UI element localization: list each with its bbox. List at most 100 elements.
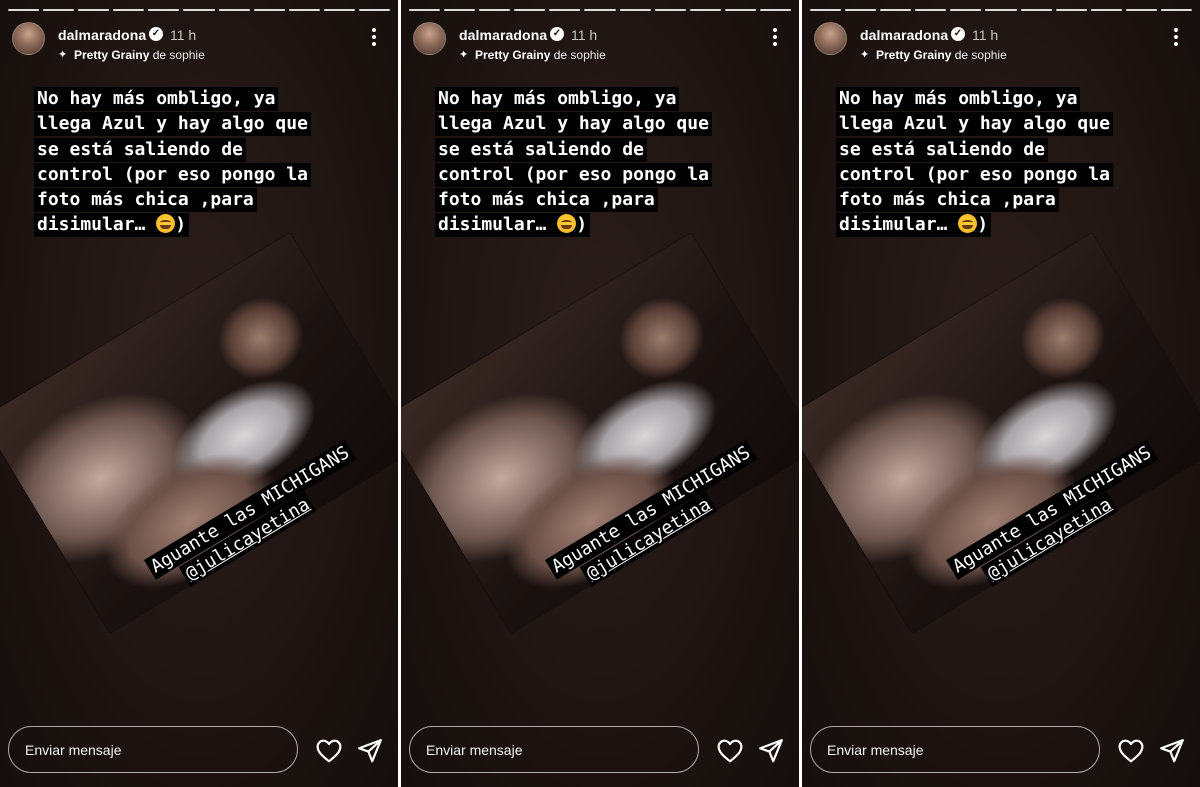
verified-badge-icon: ✓ bbox=[149, 27, 163, 41]
progress-segment bbox=[358, 9, 391, 11]
music-attribution[interactable]: Pretty Grainy de sophie bbox=[475, 48, 606, 62]
rolling-laughing-emoji-icon bbox=[958, 214, 978, 234]
caption-text: No hay más ombligo, ya llega Azul y hay … bbox=[34, 86, 384, 238]
more-options-icon[interactable] bbox=[1172, 28, 1180, 50]
caption-line: No hay más ombligo, ya bbox=[435, 87, 680, 111]
progress-segment bbox=[1020, 9, 1052, 11]
caption-line-end: ) bbox=[175, 214, 187, 236]
avatar[interactable] bbox=[814, 22, 847, 55]
send-icon[interactable] bbox=[357, 738, 383, 764]
progress-segment bbox=[479, 9, 511, 11]
caption-line: se está saliendo de bbox=[435, 137, 647, 162]
progress-segment bbox=[409, 9, 441, 11]
caption-line: llega Azul y hay algo que bbox=[836, 112, 1113, 137]
song-artist: sophie bbox=[971, 48, 1007, 62]
song-title: Pretty Grainy bbox=[74, 48, 150, 62]
caption-line: No hay más ombligo, ya bbox=[34, 87, 279, 111]
caption-line: foto más chica ,para bbox=[34, 188, 257, 213]
caption-line-end: ) bbox=[977, 214, 989, 236]
caption-line: se está saliendo de bbox=[34, 137, 246, 162]
sparkle-music-icon: ✦ bbox=[860, 49, 870, 61]
story-panel-3[interactable]: dalmaradona ✓ 11 h ✦ Pretty Grainy de so… bbox=[802, 0, 1200, 787]
username[interactable]: dalmaradona bbox=[459, 27, 547, 43]
caption-line: No hay más ombligo, ya bbox=[836, 87, 1081, 111]
avatar[interactable] bbox=[413, 22, 446, 55]
send-icon[interactable] bbox=[758, 738, 784, 764]
progress-segment bbox=[1160, 9, 1193, 11]
caption-line: llega Azul y hay algo que bbox=[435, 112, 712, 137]
verified-badge-icon: ✓ bbox=[951, 27, 965, 41]
song-title: Pretty Grainy bbox=[876, 48, 952, 62]
username[interactable]: dalmaradona bbox=[58, 27, 146, 43]
progress-segment bbox=[880, 9, 912, 11]
music-separator: de bbox=[550, 48, 571, 62]
story-progress-bar bbox=[8, 9, 391, 12]
more-options-icon[interactable] bbox=[771, 28, 779, 50]
music-separator: de bbox=[149, 48, 170, 62]
story-panel-1[interactable]: dalmaradona ✓ 11 h ✦ Pretty Grainy de so… bbox=[0, 0, 398, 787]
caption-line: disimular… bbox=[37, 214, 146, 236]
story-panel-2[interactable]: dalmaradona ✓ 11 h ✦ Pretty Grainy de so… bbox=[401, 0, 799, 787]
progress-segment bbox=[950, 9, 982, 11]
caption-line: disimular… bbox=[839, 214, 948, 236]
progress-segment bbox=[8, 9, 40, 11]
music-attribution[interactable]: Pretty Grainy de sophie bbox=[876, 48, 1007, 62]
song-artist: sophie bbox=[169, 48, 205, 62]
song-title: Pretty Grainy bbox=[475, 48, 551, 62]
progress-segment bbox=[218, 9, 250, 11]
username[interactable]: dalmaradona bbox=[860, 27, 948, 43]
send-message-input[interactable] bbox=[8, 726, 298, 773]
progress-segment bbox=[113, 9, 145, 11]
timestamp: 11 h bbox=[170, 27, 197, 43]
story-comparison: dalmaradona ✓ 11 h ✦ Pretty Grainy de so… bbox=[0, 0, 1200, 787]
progress-segment bbox=[43, 9, 75, 11]
caption-line: foto más chica ,para bbox=[435, 188, 658, 213]
progress-segment bbox=[183, 9, 215, 11]
caption-line: llega Azul y hay algo que bbox=[34, 112, 311, 137]
rolling-laughing-emoji-icon bbox=[557, 214, 577, 234]
story-progress-bar bbox=[409, 9, 792, 12]
progress-segment bbox=[915, 9, 947, 11]
story-header: dalmaradona ✓ 11 h ✦ Pretty Grainy de so… bbox=[814, 22, 1188, 62]
progress-segment bbox=[724, 9, 756, 11]
progress-segment bbox=[619, 9, 651, 11]
progress-segment bbox=[985, 9, 1017, 11]
reply-bar bbox=[0, 717, 398, 787]
sparkle-music-icon: ✦ bbox=[58, 49, 68, 61]
rolling-laughing-emoji-icon bbox=[156, 214, 176, 234]
reply-bar bbox=[401, 717, 799, 787]
send-message-input[interactable] bbox=[409, 726, 699, 773]
avatar[interactable] bbox=[12, 22, 45, 55]
heart-icon[interactable] bbox=[316, 739, 342, 763]
caption-line: disimular… bbox=[438, 214, 547, 236]
story-header: dalmaradona ✓ 11 h ✦ Pretty Grainy de so… bbox=[12, 22, 386, 62]
caption-line: foto más chica ,para bbox=[836, 188, 1059, 213]
progress-segment bbox=[1090, 9, 1122, 11]
music-separator: de bbox=[951, 48, 972, 62]
progress-segment bbox=[549, 9, 581, 11]
caption-line: control (por eso pongo la bbox=[435, 162, 712, 187]
caption-line-end: ) bbox=[576, 214, 588, 236]
more-options-icon[interactable] bbox=[370, 28, 378, 50]
send-icon[interactable] bbox=[1159, 738, 1185, 764]
timestamp: 11 h bbox=[972, 27, 999, 43]
progress-segment bbox=[253, 9, 285, 11]
progress-segment bbox=[584, 9, 616, 11]
timestamp: 11 h bbox=[571, 27, 598, 43]
story-header: dalmaradona ✓ 11 h ✦ Pretty Grainy de so… bbox=[413, 22, 787, 62]
music-attribution[interactable]: Pretty Grainy de sophie bbox=[74, 48, 205, 62]
caption-line: control (por eso pongo la bbox=[836, 162, 1113, 187]
caption-text: No hay más ombligo, ya llega Azul y hay … bbox=[435, 86, 785, 238]
progress-segment bbox=[1055, 9, 1087, 11]
caption-line: control (por eso pongo la bbox=[34, 162, 311, 187]
caption-text: No hay más ombligo, ya llega Azul y hay … bbox=[836, 86, 1186, 238]
send-message-input[interactable] bbox=[810, 726, 1100, 773]
progress-segment bbox=[654, 9, 686, 11]
progress-segment bbox=[514, 9, 546, 11]
heart-icon[interactable] bbox=[1118, 739, 1144, 763]
progress-segment bbox=[78, 9, 110, 11]
progress-segment bbox=[444, 9, 476, 11]
progress-segment bbox=[689, 9, 721, 11]
heart-icon[interactable] bbox=[717, 739, 743, 763]
progress-segment bbox=[810, 9, 842, 11]
